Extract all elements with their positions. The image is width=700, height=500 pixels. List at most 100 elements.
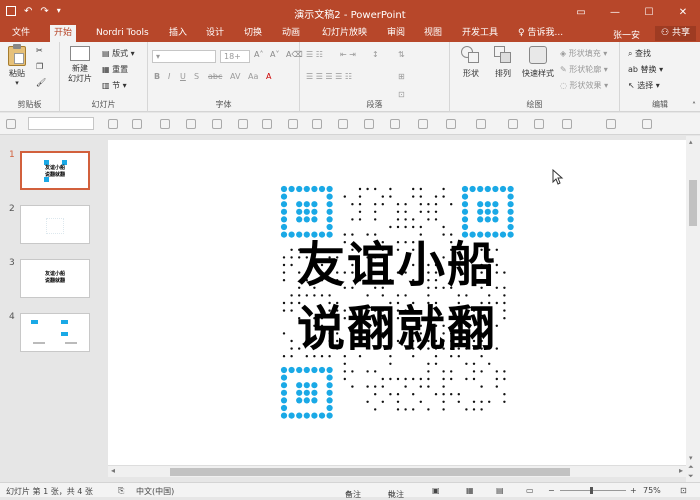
quick-style-button[interactable]: 快速样式	[520, 46, 556, 79]
shadow-icon[interactable]: S	[194, 72, 199, 81]
smartart-icon[interactable]: ⊡	[398, 90, 405, 99]
tool-icon-1[interactable]	[6, 119, 16, 129]
tool-icon-16[interactable]	[476, 119, 486, 129]
tool-icon-2[interactable]	[108, 119, 118, 129]
scroll-down-icon[interactable]: ▾	[689, 454, 693, 462]
tool-icon-10[interactable]	[312, 119, 322, 129]
tool-icon-17[interactable]	[508, 119, 518, 129]
tool-icon-19[interactable]	[562, 119, 572, 129]
underline-icon[interactable]: U	[180, 72, 186, 81]
tell-me-box[interactable]: ♀ 告诉我...	[514, 25, 567, 42]
tool-icon-11[interactable]	[338, 119, 348, 129]
user-name[interactable]: 张一安	[613, 28, 640, 41]
shape-effect-button[interactable]: ◌ 形状效果 ▾	[560, 80, 608, 91]
tool-icon-6[interactable]	[212, 119, 222, 129]
tool-icon-5[interactable]	[186, 119, 196, 129]
format-painter-icon[interactable]: 🖌	[36, 78, 46, 87]
new-slide-button[interactable]: 新建 幻灯片	[64, 46, 96, 84]
reset-button[interactable]: ▦ 重置	[102, 64, 128, 75]
normal-view-icon[interactable]: ▣	[432, 486, 440, 495]
shape-fill-button[interactable]: ◈ 形状填充 ▾	[560, 48, 607, 59]
slideshow-view-icon[interactable]: ▭	[526, 486, 534, 495]
paste-button[interactable]: 粘贴 ▾	[4, 44, 30, 87]
grow-font-icon[interactable]: A˄	[254, 50, 263, 59]
tab-animations[interactable]: 动画	[278, 25, 304, 42]
scroll-right-icon[interactable]: ▸	[679, 466, 683, 475]
text-direction-icon[interactable]: ⇅	[398, 50, 405, 59]
tab-review[interactable]: 审阅	[383, 25, 409, 42]
tool-icon-3[interactable]	[132, 119, 142, 129]
tab-insert[interactable]: 插入	[165, 25, 191, 42]
arrange-button[interactable]: 排列	[488, 46, 518, 79]
spellcheck-icon[interactable]: ⎘	[118, 486, 124, 496]
slide-canvas[interactable]: 友谊小船 说翻就翻	[108, 140, 686, 465]
next-slide-icon[interactable]: ⏷	[688, 472, 694, 481]
maximize-button[interactable]: ☐	[632, 0, 666, 25]
section-button[interactable]: ▥ 节 ▾	[102, 80, 127, 91]
zoom-out-icon[interactable]: −	[548, 486, 555, 495]
tool-icon-13[interactable]	[390, 119, 400, 129]
align-text-icon[interactable]: ⊞	[398, 72, 405, 81]
toolbar-dropdown[interactable]	[28, 117, 94, 130]
tab-nordri-tools[interactable]: Nordri Tools	[92, 25, 153, 42]
tool-icon-8[interactable]	[262, 119, 272, 129]
reading-view-icon[interactable]: ▤	[496, 486, 504, 495]
align-icons[interactable]: ☰ ☰ ☰ ☰ ☷	[306, 72, 352, 81]
zoom-level[interactable]: 75%	[643, 486, 661, 495]
slide-thumbnail-2[interactable]	[20, 205, 90, 244]
tool-icon-20[interactable]	[606, 119, 616, 129]
prev-slide-icon[interactable]: ⏶	[688, 463, 694, 472]
shape-outline-button[interactable]: ✎ 形状轮廓 ▾	[560, 64, 608, 75]
tool-icon-9[interactable]	[288, 119, 298, 129]
close-button[interactable]: ✕	[666, 0, 700, 25]
font-size-input[interactable]: 18+	[220, 50, 250, 63]
slide-title-line-2[interactable]: 说翻就翻	[108, 300, 686, 358]
tool-icon-14[interactable]	[418, 119, 428, 129]
select-button[interactable]: ↖ 选择 ▾	[628, 80, 660, 91]
tab-design[interactable]: 设计	[202, 25, 228, 42]
share-button[interactable]: ⚇ 共享	[655, 26, 696, 41]
horizontal-scroll-thumb[interactable]	[170, 468, 570, 476]
slide-thumbnail-1[interactable]: 友谊小船 说翻就翻	[20, 151, 90, 190]
layout-button[interactable]: ▤ 版式 ▾	[102, 48, 135, 59]
find-button[interactable]: ⌕ 查找	[628, 48, 651, 59]
tool-icon-15[interactable]	[446, 119, 456, 129]
slide-thumbnail-4[interactable]	[20, 313, 90, 352]
case-icon[interactable]: Aa	[248, 72, 258, 81]
shrink-font-icon[interactable]: A˅	[270, 50, 279, 59]
tab-developer[interactable]: 开发工具	[458, 25, 502, 42]
replace-button[interactable]: ab 替换 ▾	[628, 64, 663, 75]
tool-icon-21[interactable]	[642, 119, 652, 129]
fit-slide-icon[interactable]: ⊡	[680, 486, 687, 495]
line-spacing-icon[interactable]: ↕	[372, 50, 379, 59]
font-color-icon[interactable]: A	[266, 72, 271, 81]
vertical-scrollbar[interactable]: ▴ ▾ ⏶ ⏷	[686, 136, 700, 482]
bold-icon[interactable]: B	[154, 72, 160, 81]
indent-icon[interactable]: ⇤ ⇥	[340, 50, 356, 59]
sorter-view-icon[interactable]: ▦	[466, 486, 474, 495]
tab-file[interactable]: 文件	[8, 25, 34, 42]
language-indicator[interactable]: 中文(中国)	[136, 486, 174, 497]
tool-icon-12[interactable]	[364, 119, 374, 129]
minimize-button[interactable]: —	[598, 0, 632, 25]
shape-button[interactable]: 形状	[456, 46, 486, 79]
zoom-slider[interactable]	[560, 487, 626, 494]
tab-slideshow[interactable]: 幻灯片放映	[318, 25, 371, 42]
font-name-input[interactable]: ▾	[152, 50, 216, 63]
tool-icon-7[interactable]	[238, 119, 248, 129]
zoom-slider-thumb[interactable]	[590, 487, 593, 494]
tab-home[interactable]: 开始	[50, 25, 77, 42]
tab-transitions[interactable]: 切换	[240, 25, 266, 42]
bullets-icon[interactable]: ☰ ☷	[306, 50, 323, 59]
copy-icon[interactable]: ❐	[36, 62, 43, 71]
horizontal-scrollbar[interactable]: ◂ ▸	[108, 465, 686, 477]
tool-icon-18[interactable]	[534, 119, 544, 129]
spacing-icon[interactable]: AV	[230, 72, 240, 81]
scroll-left-icon[interactable]: ◂	[111, 466, 115, 475]
tab-view[interactable]: 视图	[420, 25, 446, 42]
tool-icon-4[interactable]	[160, 119, 170, 129]
slide-title-line-1[interactable]: 友谊小船	[108, 236, 686, 294]
strike-icon[interactable]: abc	[208, 72, 222, 81]
zoom-in-icon[interactable]: +	[630, 486, 637, 495]
vertical-scroll-thumb[interactable]	[689, 180, 697, 226]
